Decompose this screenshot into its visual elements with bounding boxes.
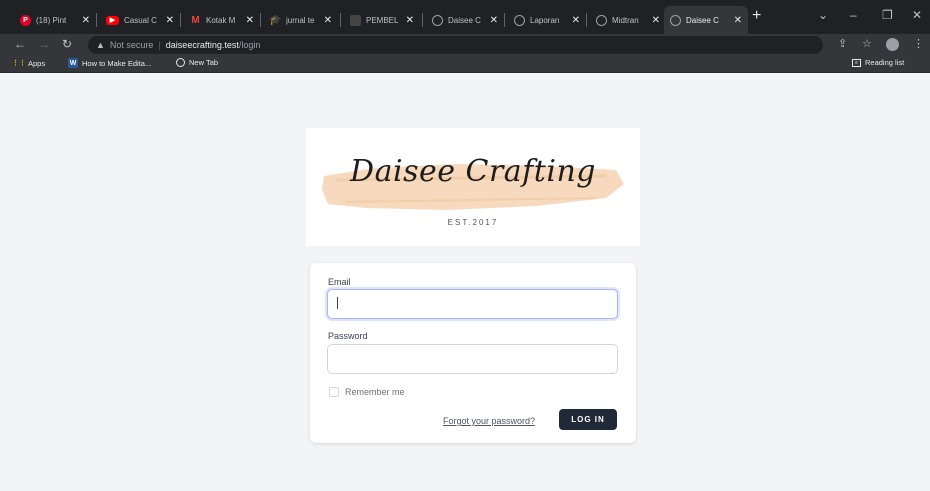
youtube-icon: ▶ — [106, 15, 119, 25]
bookmark-label: New Tab — [189, 58, 219, 67]
kebab-menu-icon[interactable]: ⋮ — [913, 37, 924, 50]
url-host: daiseecrafting.test — [165, 40, 239, 50]
bookmark-how-to-make[interactable]: W How to Make Edita... — [68, 58, 151, 68]
page-icon — [350, 14, 361, 26]
page-body: Daisee Crafting EST.2017 Email Password … — [0, 74, 930, 491]
bookmark-new-tab[interactable]: New Tab — [176, 58, 218, 67]
minimize-icon[interactable]: – — [850, 8, 857, 22]
close-icon[interactable]: ✕ — [734, 15, 742, 26]
logo-title: Daisee Crafting — [350, 154, 596, 189]
close-icon[interactable]: ✕ — [166, 15, 174, 26]
globe-icon — [432, 14, 443, 26]
url-divider: | — [158, 40, 161, 50]
url-path: /login — [238, 40, 261, 50]
security-label[interactable]: Not secure — [110, 40, 154, 50]
toolbar: ← → ↻ ▲ Not secure | daiseecrafting.test… — [0, 34, 930, 56]
tab-jurnal[interactable]: 🎓 jurnal te ✕ — [264, 8, 338, 32]
password-label: Password — [328, 331, 368, 341]
tab-label: Laporan — [530, 15, 560, 25]
tab-pembelian[interactable]: PEMBEL ✕ — [344, 8, 420, 32]
reading-list-label: Reading list — [865, 58, 905, 67]
text-caret — [337, 297, 338, 309]
close-icon[interactable]: ✕ — [652, 15, 660, 26]
close-icon[interactable]: ✕ — [406, 15, 414, 26]
tab-label: Midtran — [612, 15, 639, 25]
forward-arrow-icon[interactable]: → — [38, 37, 50, 51]
tab-daisee-active[interactable]: Daisee C ✕ — [664, 6, 748, 34]
tab-daisee-1[interactable]: Daisee C ✕ — [426, 8, 504, 32]
logo: Daisee Crafting EST.2017 — [306, 128, 640, 246]
reading-list-icon: ≡ — [852, 58, 861, 67]
close-icon[interactable]: ✕ — [246, 15, 254, 26]
globe-icon — [514, 14, 525, 26]
tab-label: (18) Pint — [36, 15, 67, 25]
globe-icon — [596, 14, 607, 26]
close-icon[interactable]: ✕ — [324, 15, 332, 26]
pinterest-icon: P — [20, 14, 31, 26]
tab-pinterest[interactable]: P (18) Pint ✕ — [14, 8, 96, 32]
tab-separator — [180, 13, 181, 27]
tab-separator — [260, 13, 261, 27]
address-bar[interactable]: ▲ Not secure | daiseecrafting.test/login — [88, 36, 823, 54]
login-form: Email Password Remember me Forgot your p… — [310, 263, 636, 443]
share-icon[interactable]: ⇪ — [838, 37, 847, 50]
tab-label: jurnal te — [286, 15, 315, 25]
email-field[interactable] — [327, 289, 618, 319]
gmail-icon: M — [191, 14, 200, 26]
globe-icon — [670, 14, 681, 26]
apps-grid-icon: ⋮⋮ — [12, 60, 26, 67]
tab-label: Daisee C — [686, 15, 719, 25]
password-field[interactable] — [327, 344, 618, 374]
forgot-password-link[interactable]: Forgot your password? — [443, 416, 535, 426]
restore-icon[interactable]: ❐ — [882, 8, 893, 22]
remember-me-checkbox[interactable] — [329, 387, 339, 397]
bookmarks-bar: ⋮⋮ Apps W How to Make Edita... New Tab ≡… — [0, 56, 930, 73]
tab-label: Daisee C — [448, 15, 481, 25]
tab-separator — [422, 13, 423, 27]
close-icon[interactable]: ✕ — [82, 15, 90, 26]
new-tab-plus-icon[interactable]: + — [752, 7, 761, 25]
back-arrow-icon[interactable]: ← — [14, 37, 26, 51]
tab-separator — [96, 13, 97, 27]
tab-label: Kotak M — [206, 15, 236, 25]
tab-search-chevron-icon[interactable]: ⌄ — [818, 8, 828, 22]
tab-label: PEMBEL — [366, 15, 399, 25]
tab-midtrans[interactable]: Midtran ✕ — [590, 8, 666, 32]
tab-laporan[interactable]: Laporan ✕ — [508, 8, 586, 32]
tab-gmail[interactable]: M Kotak M ✕ — [184, 8, 260, 32]
star-icon[interactable]: ☆ — [862, 37, 872, 50]
avatar[interactable] — [886, 38, 899, 51]
logo-established: EST.2017 — [447, 218, 499, 227]
tab-separator — [586, 13, 587, 27]
remember-me-label[interactable]: Remember me — [345, 387, 405, 397]
reading-list[interactable]: ≡ Reading list — [852, 58, 904, 67]
reload-icon[interactable]: ↻ — [62, 37, 72, 51]
tab-youtube[interactable]: ▶ Casual C ✕ — [100, 8, 180, 32]
tab-label: Casual C — [124, 15, 157, 25]
word-icon: W — [68, 58, 78, 68]
close-window-icon[interactable]: ✕ — [912, 8, 922, 22]
email-label: Email — [328, 277, 351, 287]
tab-strip: P (18) Pint ✕ ▶ Casual C ✕ M Kotak M ✕ 🎓… — [0, 0, 930, 34]
tab-separator — [504, 13, 505, 27]
tab-separator — [340, 13, 341, 27]
graduation-cap-icon: 🎓 — [269, 14, 282, 26]
close-icon[interactable]: ✕ — [572, 15, 580, 26]
warning-icon[interactable]: ▲ — [96, 40, 105, 50]
bookmark-label: Apps — [28, 58, 46, 68]
bookmark-apps[interactable]: ⋮⋮ Apps — [12, 58, 46, 68]
close-icon[interactable]: ✕ — [490, 15, 498, 26]
login-button[interactable]: LOG IN — [559, 409, 617, 430]
bookmark-label: How to Make Edita... — [82, 58, 152, 68]
globe-icon — [176, 58, 185, 67]
